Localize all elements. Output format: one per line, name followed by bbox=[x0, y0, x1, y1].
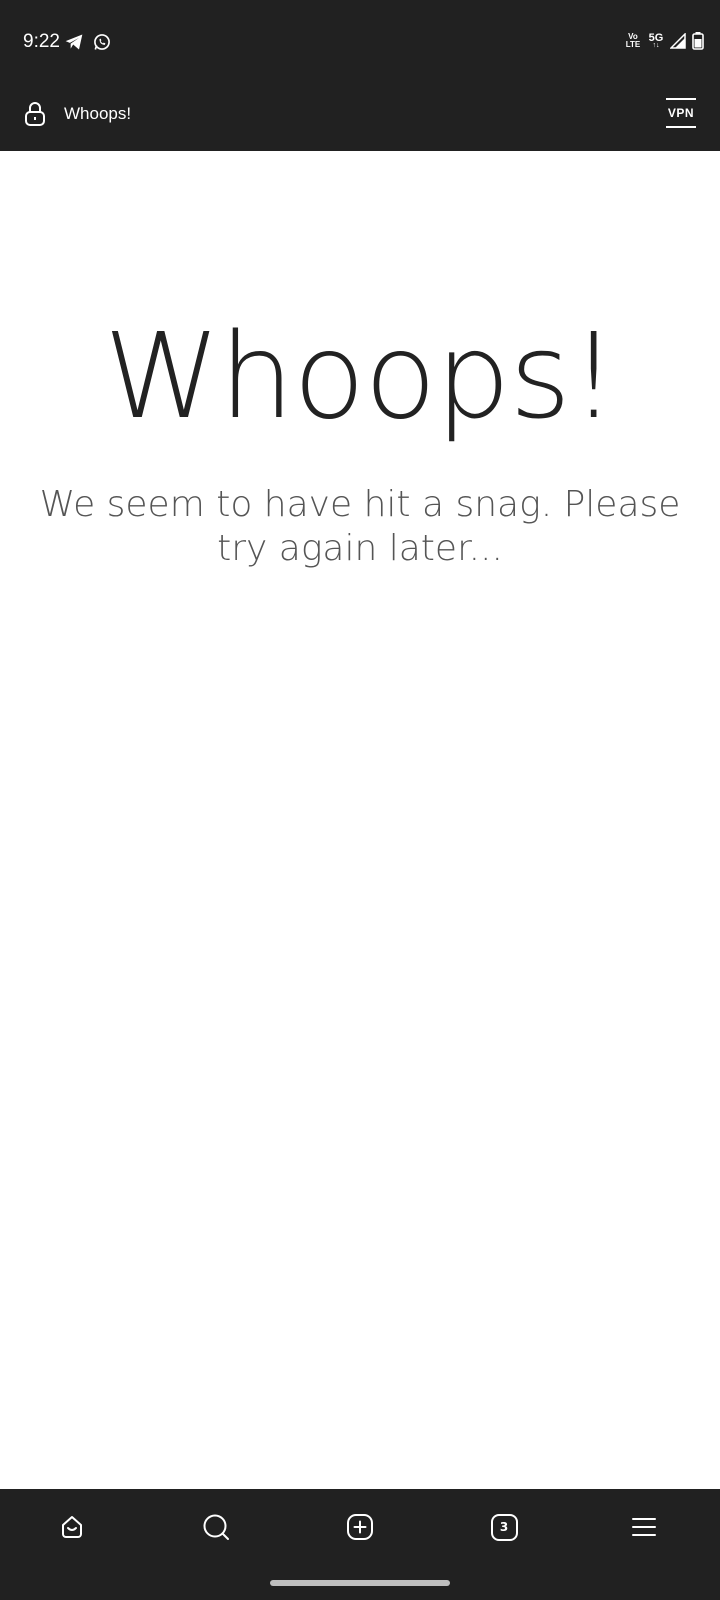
home-icon bbox=[62, 1516, 82, 1538]
tabs-icon: 3 bbox=[490, 1513, 518, 1541]
volte-indicator: Vo LTE bbox=[625, 32, 641, 49]
new-tab-icon bbox=[347, 1514, 373, 1540]
bottom-navigation: 3 bbox=[0, 1489, 720, 1564]
status-bar: 9:22 Vo LTE 5G ↑↓ bbox=[0, 0, 720, 84]
tabs-button[interactable]: 3 bbox=[478, 1501, 530, 1553]
error-message: We seem to have hit a snag. Please try a… bbox=[39, 484, 681, 569]
whatsapp-icon bbox=[94, 34, 110, 50]
lock-icon[interactable] bbox=[24, 101, 46, 127]
gesture-handle[interactable] bbox=[270, 1580, 450, 1586]
tab-count: 3 bbox=[499, 1520, 509, 1534]
notification-icons bbox=[64, 32, 112, 52]
vpn-button[interactable]: VPN bbox=[666, 98, 696, 128]
network-type-indicator: 5G ↑↓ bbox=[648, 32, 664, 50]
address-bar[interactable]: Whoops! VPN bbox=[0, 84, 720, 151]
telegram-icon bbox=[65, 34, 83, 50]
error-heading: Whoops! bbox=[103, 307, 618, 445]
search-button[interactable] bbox=[190, 1501, 242, 1553]
page-content: Whoops! We seem to have hit a snag. Plea… bbox=[0, 151, 720, 1489]
battery-icon bbox=[692, 32, 704, 50]
status-time: 9:22 bbox=[23, 31, 60, 52]
system-indicators: Vo LTE 5G ↑↓ bbox=[624, 32, 704, 50]
address-bar-title[interactable]: Whoops! bbox=[64, 104, 131, 124]
menu-button[interactable] bbox=[618, 1501, 670, 1553]
signal-icon bbox=[670, 33, 686, 49]
new-tab-button[interactable] bbox=[334, 1501, 386, 1553]
home-button[interactable] bbox=[46, 1501, 98, 1553]
gesture-navigation-area bbox=[0, 1564, 720, 1600]
search-icon bbox=[203, 1514, 229, 1540]
menu-icon bbox=[632, 1518, 656, 1536]
